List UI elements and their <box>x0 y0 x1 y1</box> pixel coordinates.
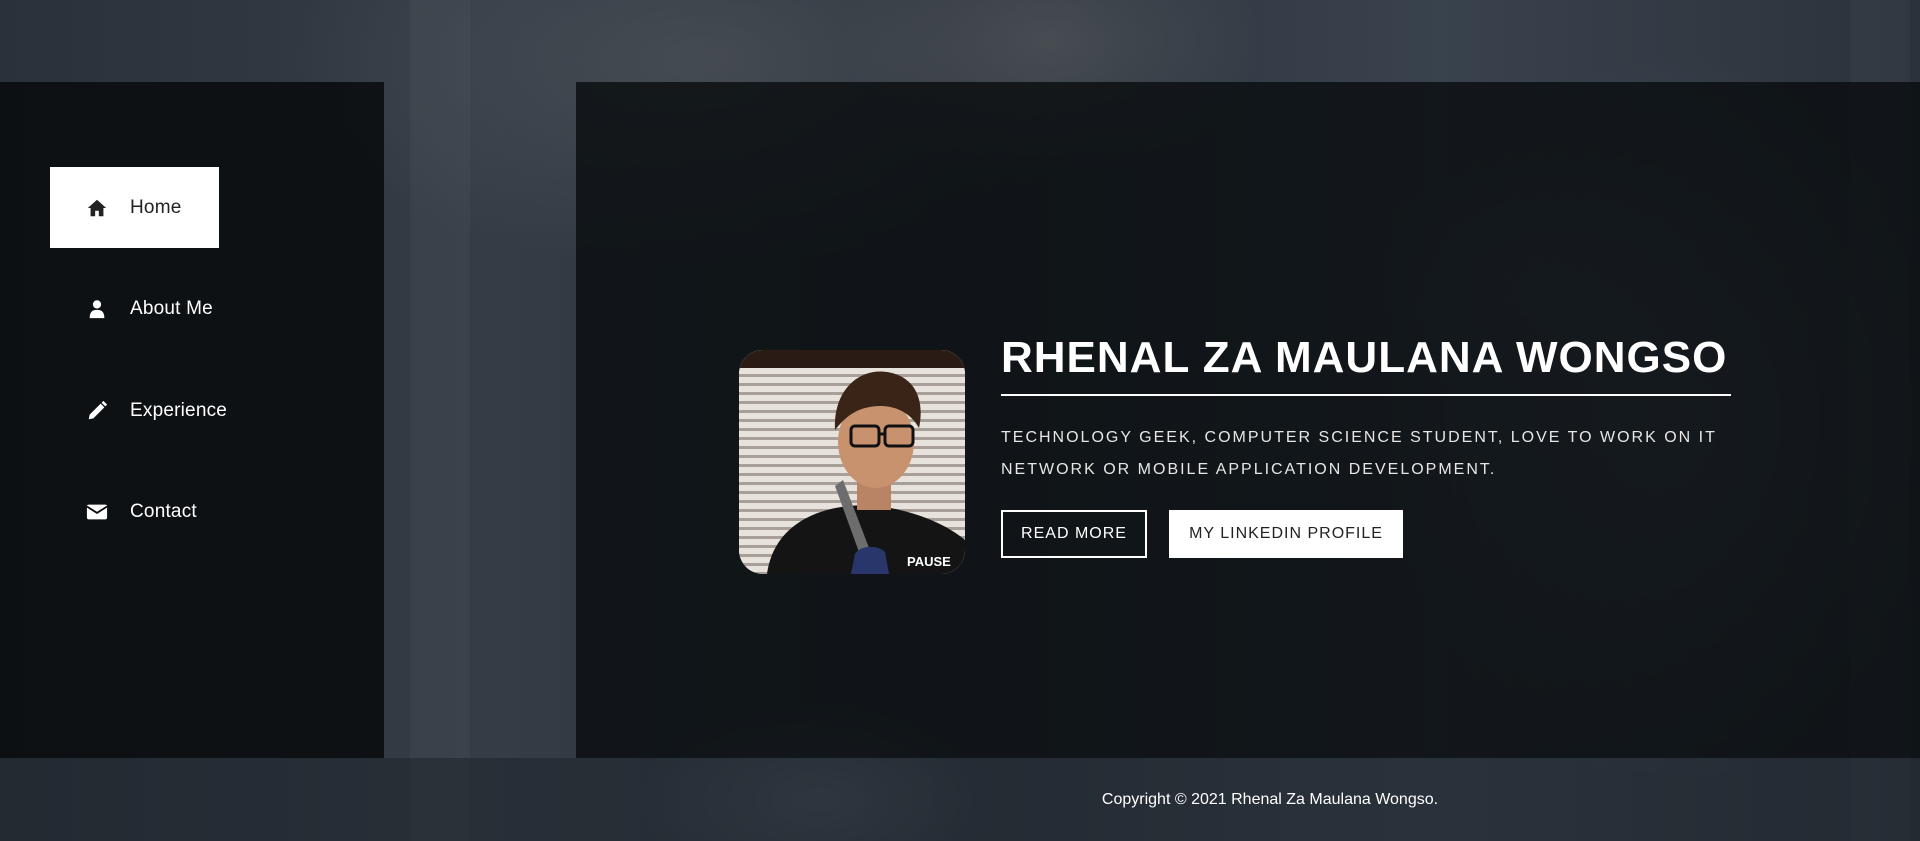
nav-item-about-me[interactable]: About Me <box>50 268 219 349</box>
page-title: RHENAL ZA MAULANA WONGSO <box>1001 333 1728 382</box>
copyright-text: Copyright © 2021 Rhenal Za Maulana Wongs… <box>1101 791 1439 808</box>
sidebar: Home About Me Experience Contact <box>0 82 384 758</box>
nav-item-contact[interactable]: Contact <box>50 471 219 552</box>
title-divider <box>1001 394 1731 396</box>
tagline: TECHNOLOGY GEEK, COMPUTER SCIENCE STUDEN… <box>1001 429 1717 478</box>
person-illustration: PAUSE <box>767 371 965 574</box>
shirt-print: PAUSE <box>907 554 951 569</box>
nav-item-label: Experience <box>130 399 228 421</box>
hero-panel: PAUSE RHENAL ZA MAULANA WONGSO TECHNOLOG… <box>576 82 1920 758</box>
profile-photo: PAUSE <box>739 350 965 574</box>
user-icon <box>86 298 108 320</box>
nav-item-label: Home <box>130 196 182 218</box>
nav-item-experience[interactable]: Experience <box>50 370 227 451</box>
nav-item-label: Contact <box>130 500 197 522</box>
envelope-icon <box>86 501 108 523</box>
pencil-icon <box>86 400 108 422</box>
background-texture <box>410 0 470 841</box>
home-icon <box>86 197 108 219</box>
linkedin-profile-button[interactable]: MY LINKEDIN PROFILE <box>1169 510 1403 558</box>
footer: Copyright © 2021 Rhenal Za Maulana Wongs… <box>0 758 1920 841</box>
read-more-button[interactable]: READ MORE <box>1001 510 1147 558</box>
nav-item-home[interactable]: Home <box>50 167 219 248</box>
nav-item-label: About Me <box>130 297 213 319</box>
